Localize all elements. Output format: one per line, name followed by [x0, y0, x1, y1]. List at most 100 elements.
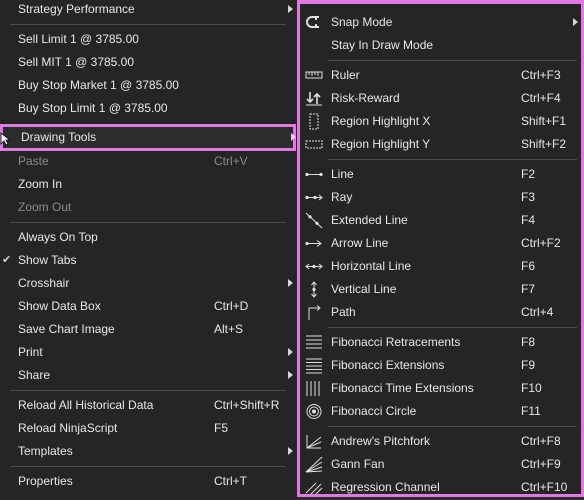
menu-item-label: Strategy Performance: [18, 2, 135, 16]
menu-item-label: Share: [18, 368, 51, 382]
menu-item-properties[interactable]: Properties Ctrl+T: [0, 470, 298, 493]
menu-separator: [328, 327, 577, 328]
menu-item-label: Fibonacci Retracements: [331, 335, 461, 349]
fibonacci-retracements-icon: [305, 334, 323, 351]
menu-item-label: Region Highlight X: [331, 114, 431, 128]
menu-item-shortcut: Ctrl+F4: [521, 91, 561, 105]
menu-item-label: Line: [331, 167, 354, 181]
menu-item-shortcut: Shift+F2: [521, 137, 567, 151]
menu-separator: [328, 159, 577, 160]
submenu-arrow-icon: [573, 18, 578, 26]
menu-item-sell-mit[interactable]: Sell MIT 1 @ 3785.00: [0, 51, 298, 74]
menu-item-crosshair[interactable]: Crosshair: [0, 272, 298, 295]
menu-item-arrow-line[interactable]: Arrow Line Ctrl+F2: [300, 232, 581, 255]
menu-item-gann-fan[interactable]: Gann Fan Ctrl+F9: [300, 453, 581, 476]
menu-item-stay-in-draw-mode[interactable]: Stay In Draw Mode: [300, 34, 581, 57]
menu-item-label: Reload NinjaScript: [18, 421, 118, 435]
menu-item-fibonacci-retracements[interactable]: Fibonacci Retracements F8: [300, 331, 581, 354]
menu-item-label: Gann Fan: [331, 457, 385, 471]
menu-item-save-chart-image[interactable]: Save Chart Image Alt+S: [0, 318, 298, 341]
menu-item-path[interactable]: Path Ctrl+4: [300, 301, 581, 324]
menu-item-risk-reward[interactable]: Risk-Reward Ctrl+F4: [300, 87, 581, 110]
menu-item-label: Ruler: [331, 68, 360, 82]
fibonacci-extensions-icon: [305, 357, 323, 374]
menu-item-fibonacci-time-extensions[interactable]: Fibonacci Time Extensions F10: [300, 377, 581, 400]
menu-item-paste[interactable]: Paste Ctrl+V: [0, 150, 298, 173]
menu-item-show-data-box[interactable]: Show Data Box Ctrl+D: [0, 295, 298, 318]
menu-item-sell-limit[interactable]: Sell Limit 1 @ 3785.00: [0, 28, 298, 51]
menu-item-label: Save Chart Image: [18, 322, 115, 336]
submenu-arrow-icon: [288, 348, 293, 356]
fibonacci-circle-icon: [305, 403, 323, 420]
menu-item-label: Horizontal Line: [331, 259, 412, 273]
menu-item-extended-line[interactable]: Extended Line F4: [300, 209, 581, 232]
menu-item-share[interactable]: Share: [0, 364, 298, 387]
menu-item-zoom-out[interactable]: Zoom Out: [0, 196, 298, 219]
menu-item-horizontal-line[interactable]: Horizontal Line F6: [300, 255, 581, 278]
menu-item-strategy-performance[interactable]: Strategy Performance: [0, 0, 298, 21]
menu-item-shortcut: Ctrl+F8: [521, 434, 561, 448]
menu-item-andrews-pitchfork[interactable]: Andrew's Pitchfork Ctrl+F8: [300, 430, 581, 453]
menu-item-line[interactable]: Line F2: [300, 163, 581, 186]
menu-separator: [328, 426, 577, 427]
menu-item-label: Sell Limit 1 @ 3785.00: [18, 32, 139, 46]
menu-item-label: Paste: [18, 154, 49, 168]
menu-item-always-on-top[interactable]: Always On Top: [0, 226, 298, 249]
vertical-line-icon: [305, 281, 323, 298]
menu-item-fibonacci-extensions[interactable]: Fibonacci Extensions F9: [300, 354, 581, 377]
region-highlight-x-icon: [305, 113, 323, 130]
menu-item-buy-stop-limit[interactable]: Buy Stop Limit 1 @ 3785.00: [0, 97, 298, 120]
menu-item-label: Stay In Draw Mode: [331, 38, 434, 52]
menu-item-zoom-in[interactable]: Zoom In: [0, 173, 298, 196]
menu-item-vertical-line[interactable]: Vertical Line F7: [300, 278, 581, 301]
risk-reward-icon: [305, 90, 323, 107]
menu-item-label: Vertical Line: [331, 282, 397, 296]
magnet-icon: [305, 14, 323, 31]
menu-item-shortcut: F4: [521, 213, 536, 227]
ray-icon: [305, 189, 323, 206]
menu-item-label: Risk-Reward: [331, 91, 400, 105]
menu-item-label: Buy Stop Limit 1 @ 3785.00: [18, 101, 168, 115]
menu-item-shortcut: Ctrl+F3: [521, 68, 561, 82]
menu-item-shortcut: Shift+F1: [521, 114, 567, 128]
menu-item-shortcut: F11: [521, 404, 541, 418]
menu-item-shortcut: F8: [521, 335, 536, 349]
arrow-line-icon: [305, 235, 323, 252]
menu-item-region-highlight-y[interactable]: Region Highlight Y Shift+F2: [300, 133, 581, 156]
drawing-tools-submenu: Snap Mode Stay In Draw Mode Ruler Ctrl+F…: [297, 0, 584, 497]
menu-item-shortcut: Ctrl+F10: [521, 480, 568, 494]
region-highlight-y-icon: [305, 136, 323, 153]
menu-item-ruler[interactable]: Ruler Ctrl+F3: [300, 64, 581, 87]
submenu-arrow-icon: [288, 279, 293, 287]
menu-item-shortcut: F3: [521, 190, 536, 204]
menu-item-region-highlight-x[interactable]: Region Highlight X Shift+F1: [300, 110, 581, 133]
menu-item-shortcut: Ctrl+F2: [521, 236, 561, 250]
menu-item-label: Sell MIT 1 @ 3785.00: [18, 55, 135, 69]
menu-item-regression-channel[interactable]: Regression Channel Ctrl+F10: [300, 476, 581, 494]
menu-item-templates[interactable]: Templates: [0, 440, 298, 463]
menu-item-label: Path: [331, 305, 356, 319]
menu-item-label: Show Tabs: [18, 253, 77, 267]
pitchfork-icon: [305, 433, 323, 450]
submenu-arrow-icon: [288, 5, 293, 13]
menu-item-snap-mode[interactable]: Snap Mode: [300, 11, 581, 34]
menu-item-shortcut: F10: [521, 381, 542, 395]
menu-item-shortcut: Ctrl+F9: [521, 457, 561, 471]
menu-item-reload-ninjascript[interactable]: Reload NinjaScript F5: [0, 417, 298, 440]
menu-item-print[interactable]: Print: [0, 341, 298, 364]
menu-item-show-tabs[interactable]: ✔ Show Tabs: [0, 249, 298, 272]
menu-item-shortcut: F7: [521, 282, 536, 296]
menu-item-buy-stop-market[interactable]: Buy Stop Market 1 @ 3785.00: [0, 74, 298, 97]
menu-item-fibonacci-circle[interactable]: Fibonacci Circle F11: [300, 400, 581, 423]
menu-item-reload-historical-data[interactable]: Reload All Historical Data Ctrl+Shift+R: [0, 394, 298, 417]
checkmark-icon: ✔: [2, 254, 12, 266]
menu-item-label: Crosshair: [18, 276, 70, 290]
menu-item-shortcut: F5: [214, 421, 229, 435]
menu-item-label: Extended Line: [331, 213, 408, 227]
menu-item-label: Regression Channel: [331, 480, 440, 494]
extended-line-icon: [305, 212, 323, 229]
menu-item-label: Reload All Historical Data: [18, 398, 154, 412]
menu-item-drawing-tools[interactable]: Drawing Tools: [0, 124, 296, 151]
menu-item-ray[interactable]: Ray F3: [300, 186, 581, 209]
menu-item-label: Ray: [331, 190, 353, 204]
